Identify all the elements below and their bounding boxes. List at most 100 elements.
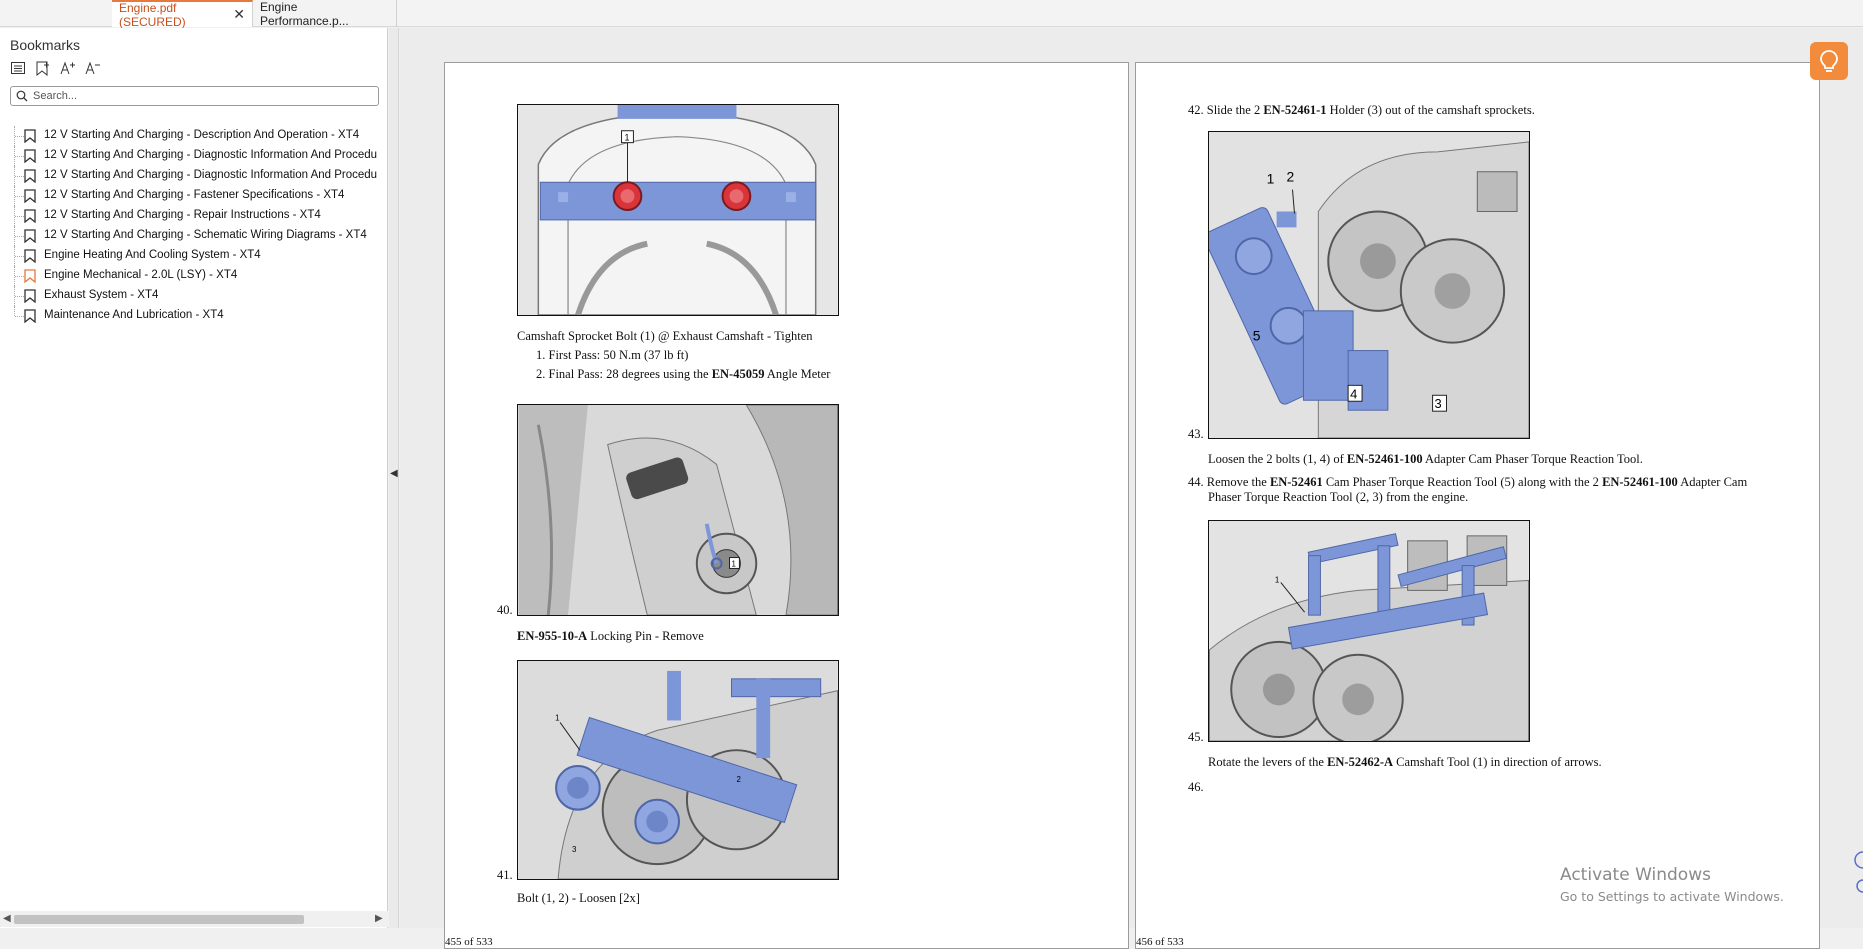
font-increase-icon[interactable]	[60, 60, 76, 76]
tree-connector	[15, 256, 24, 257]
horizontal-scrollbar[interactable]: ◀ ▶	[0, 911, 388, 927]
list-view-icon[interactable]	[10, 60, 26, 76]
callout-label: 1	[1275, 575, 1280, 584]
bookmark-icon	[24, 309, 36, 324]
bookmark-label: 12 V Starting And Charging - Diagnostic …	[44, 149, 378, 161]
bookmark-item[interactable]: 12 V Starting And Charging - Description…	[0, 126, 388, 146]
bookmark-icon	[24, 229, 36, 244]
bookmark-icon	[24, 149, 36, 164]
bookmark-toolbar	[10, 60, 101, 80]
document-viewer: 1 Camshaft Sprocket Bolt (1) @ Exhaust C…	[400, 28, 1863, 949]
step-text: 44. Remove the EN-52461 Cam Phaser Torqu…	[1188, 475, 1748, 489]
step-text: 42. Slide the 2 EN-52461-1 Holder (3) ou…	[1188, 103, 1535, 117]
bookmark-label: 12 V Starting And Charging - Description…	[44, 129, 360, 141]
callout-label: 2	[736, 775, 740, 784]
engine-illustration: 1	[518, 405, 838, 615]
pdf-page-455: 1 Camshaft Sprocket Bolt (1) @ Exhaust C…	[444, 62, 1129, 949]
callout-label: 3	[572, 845, 577, 854]
page-number: 455 of 533	[445, 936, 493, 948]
bookmark-icon	[24, 269, 36, 284]
bookmark-icon	[24, 249, 36, 264]
engine-illustration: 1	[1209, 521, 1529, 741]
tab-label: Engine Performance.p...	[260, 0, 349, 28]
bookmark-label: 12 V Starting And Charging - Fastener Sp…	[44, 189, 345, 201]
bookmark-icon	[24, 169, 36, 184]
edge-widget[interactable]	[1852, 840, 1863, 900]
engine-illustration: 1 2 5 4 3	[1209, 132, 1529, 438]
watermark-subtitle: Go to Settings to activate Windows.	[1560, 889, 1784, 904]
bookmark-label: 12 V Starting And Charging - Schematic W…	[44, 229, 367, 241]
tab-label: Engine.pdf (SECURED)	[119, 0, 186, 29]
bookmark-item[interactable]: 12 V Starting And Charging - Diagnostic …	[0, 146, 388, 166]
bookmark-label: Exhaust System - XT4	[44, 289, 159, 301]
font-decrease-icon[interactable]	[85, 60, 101, 76]
step-text: Rotate the levers of the EN-52462-A Cams…	[1208, 755, 1602, 769]
bookmark-item[interactable]: Engine Heating And Cooling System - XT4	[0, 246, 388, 266]
bookmark-item[interactable]: 12 V Starting And Charging - Fastener Sp…	[0, 186, 388, 206]
callout-label: 1	[731, 559, 736, 568]
list-item: 2. Final Pass: 28 degrees using the EN-4…	[536, 367, 831, 381]
search-input[interactable]	[33, 90, 363, 102]
figure-holder-removal: 1 2 5 4 3	[1208, 131, 1530, 439]
bookmark-item[interactable]: 12 V Starting And Charging - Repair Inst…	[0, 206, 388, 226]
watermark-title: Activate Windows	[1560, 865, 1711, 885]
bookmark-label: 12 V Starting And Charging - Repair Inst…	[44, 209, 321, 221]
bookmark-item[interactable]: Maintenance And Lubrication - XT4	[0, 306, 388, 326]
callout-label: 5	[1253, 328, 1261, 344]
bookmark-item[interactable]: 12 V Starting And Charging - Diagnostic …	[0, 166, 388, 186]
figure-caption: Camshaft Sprocket Bolt (1) @ Exhaust Cam…	[517, 329, 813, 343]
bookmark-item[interactable]: 12 V Starting And Charging - Schematic W…	[0, 226, 388, 246]
figure-camshaft-sprocket: 1	[517, 104, 839, 316]
bookmark-item[interactable]: Exhaust System - XT4	[0, 286, 388, 306]
tab-bar: Engine.pdf (SECURED) ✕ Engine Performanc…	[0, 0, 1863, 29]
lightbulb-icon[interactable]	[1810, 42, 1848, 80]
tab-engine-performance[interactable]: Engine Performance.p...	[253, 0, 397, 28]
bookmark-item[interactable]: Engine Mechanical - 2.0L (LSY) - XT4	[0, 266, 388, 286]
figure-camshaft-tool: 1	[1208, 520, 1530, 742]
tree-connector	[15, 176, 24, 177]
bookmark-icon	[24, 289, 36, 304]
bookmark-label: 12 V Starting And Charging - Diagnostic …	[44, 169, 378, 181]
bookmark-add-icon[interactable]	[35, 60, 51, 76]
search-icon	[11, 90, 33, 102]
tree-connector	[15, 316, 24, 317]
callout-label: 1	[1267, 171, 1275, 187]
figure-locking-pin: 1	[517, 404, 839, 616]
tree-connector	[15, 296, 24, 297]
tab-engine-pdf[interactable]: Engine.pdf (SECURED) ✕	[112, 0, 253, 29]
bookmark-search[interactable]	[10, 86, 379, 106]
step-number: 43.	[1188, 427, 1204, 441]
figure-bolt-loosen: 1 2 3	[517, 660, 839, 880]
scroll-left-icon[interactable]: ◀	[3, 913, 11, 924]
figure-caption: EN-955-10-A Locking Pin - Remove	[517, 629, 704, 643]
panel-collapse-handle[interactable]: ◀	[389, 28, 399, 928]
bookmark-label: Engine Heating And Cooling System - XT4	[44, 249, 261, 261]
figure-caption: Bolt (1, 2) - Loosen [2x]	[517, 891, 640, 905]
tree-connector	[15, 196, 24, 197]
bookmark-label: Engine Mechanical - 2.0L (LSY) - XT4	[44, 269, 238, 281]
collapse-left-icon[interactable]: ◀	[390, 468, 398, 479]
callout-label: 1	[555, 713, 560, 722]
bookmark-icon	[24, 129, 36, 144]
windows-activation-watermark: Activate Windows Go to Settings to activ…	[1560, 865, 1784, 904]
scrollbar-thumb[interactable]	[14, 915, 304, 924]
close-icon[interactable]: ✕	[233, 6, 245, 23]
panel-title: Bookmarks	[10, 37, 81, 53]
step-number: 40.	[497, 603, 513, 617]
bookmark-icon	[24, 209, 36, 224]
tree-connector	[14, 306, 15, 316]
tree-connector	[15, 236, 24, 237]
list-item: 1. First Pass: 50 N.m (37 lb ft)	[536, 348, 689, 362]
tree-connector	[15, 136, 24, 137]
bookmark-label: Maintenance And Lubrication - XT4	[44, 309, 224, 321]
bookmark-tree: 12 V Starting And Charging - Description…	[0, 126, 388, 326]
tree-connector	[15, 156, 24, 157]
page-number: 456 of 533	[1136, 936, 1184, 948]
step-number: 46.	[1188, 780, 1204, 794]
pdf-page-456: 42. Slide the 2 EN-52461-1 Holder (3) ou…	[1135, 62, 1820, 949]
bookmark-icon	[24, 189, 36, 204]
scroll-right-icon[interactable]: ▶	[375, 913, 383, 924]
callout-label: 1	[625, 133, 630, 143]
callout-label: 4	[1350, 386, 1357, 401]
step-number: 45.	[1188, 730, 1204, 744]
